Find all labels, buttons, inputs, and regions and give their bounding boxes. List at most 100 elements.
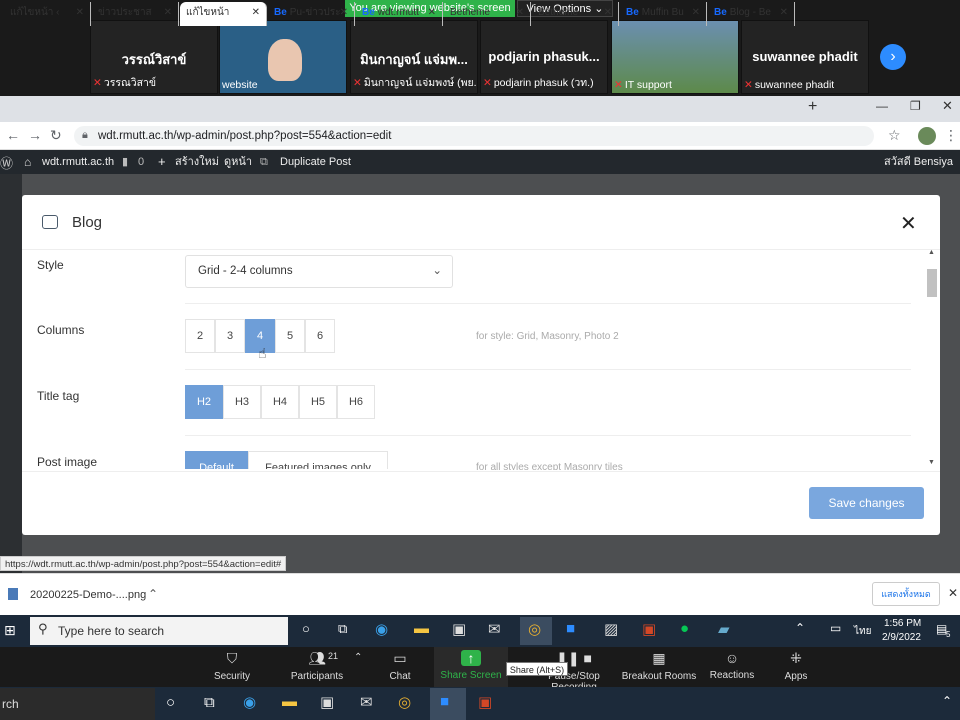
scrollbar[interactable]: ▲ ▼ xyxy=(925,249,937,469)
participant-label: ✕ IT support xyxy=(614,79,672,91)
url-field[interactable]: wdt.rmutt.ac.th/wp-admin/post.php?post=5… xyxy=(74,126,874,146)
browser-tab[interactable]: Be Pu-ข่าวประ ✕ xyxy=(268,2,355,26)
chrome-icon[interactable]: ◎ xyxy=(398,693,411,711)
chat-icon: ▭ xyxy=(393,650,407,666)
security-button[interactable]: ⛉ Security xyxy=(192,650,272,682)
chevron-up-icon[interactable]: ⌃ xyxy=(942,694,952,708)
participant-name: podjarin phasuk... xyxy=(488,49,600,64)
browser-tab[interactable]: Betheme ✕ xyxy=(444,2,531,26)
search-icon: ⚲ xyxy=(38,621,48,636)
participant-tile[interactable]: วรรณ์วิสาข์ ✕ วรรณวิสาข์ xyxy=(90,20,218,94)
breakout-rooms-button[interactable]: ▦ Breakout Rooms xyxy=(619,650,699,682)
site-link[interactable]: wdt.rmutt.ac.th xyxy=(42,150,114,174)
participant-tile[interactable]: suwannee phadit ✕ suwannee phadit xyxy=(741,20,869,94)
scrollbar-thumb[interactable] xyxy=(927,269,937,297)
title-tag-option[interactable]: H3 xyxy=(223,385,261,419)
bookmark-star-icon[interactable]: ☆ xyxy=(888,127,901,144)
task-view-icon[interactable]: ⧉ xyxy=(204,694,215,711)
maximize-icon[interactable]: ❐ xyxy=(910,99,921,113)
duplicate-post-link[interactable]: Duplicate Post xyxy=(280,150,351,174)
mail-icon[interactable]: ✉ xyxy=(488,620,501,638)
file-explorer-icon[interactable]: ▬ xyxy=(282,693,297,710)
participant-tile[interactable]: podjarin phasuk... ✕ podjarin phasuk (วท.… xyxy=(480,20,608,94)
language-indicator[interactable]: ไทย xyxy=(854,624,871,639)
forward-icon[interactable]: → xyxy=(28,127,42,143)
browser-tab[interactable]: Be wdt.rmutt ✕ xyxy=(356,2,443,26)
participants-button[interactable]: 👥︎ Participants xyxy=(277,650,357,682)
participant-label: ✕ suwannee phadit xyxy=(744,79,835,91)
chrome-icon[interactable]: ◎ xyxy=(528,620,541,638)
file-explorer-icon[interactable]: ▬ xyxy=(414,620,429,637)
mail-icon[interactable]: ✉ xyxy=(360,693,373,711)
store-icon[interactable]: ▣ xyxy=(320,693,334,711)
cortana-icon[interactable]: ○ xyxy=(302,621,310,636)
save-changes-button[interactable]: Save changes xyxy=(809,487,924,519)
minimize-icon[interactable]: — xyxy=(876,99,888,113)
powerpoint-icon[interactable]: ▣ xyxy=(642,620,656,638)
wordpress-logo-icon[interactable]: Ⓦ xyxy=(0,153,13,172)
user-greeting[interactable]: สวัสดี Bensiya xyxy=(884,150,953,174)
reload-icon[interactable]: ↻ xyxy=(50,127,62,144)
browser-tab[interactable]: แก้ไขหน้า ‹ ✕ xyxy=(4,2,91,26)
back-icon[interactable]: ← xyxy=(6,127,20,143)
task-view-icon[interactable]: ⧉ xyxy=(338,621,347,637)
participants-icon: 👥︎ xyxy=(308,650,326,666)
participant-tile-video[interactable]: ✕ IT support xyxy=(611,20,739,94)
columns-option[interactable]: 6 xyxy=(305,319,335,353)
participant-tile-video[interactable]: website xyxy=(219,20,347,94)
powerpoint-icon[interactable]: ▣ xyxy=(478,693,492,711)
show-all-button[interactable]: แสดงทั้งหมด xyxy=(872,582,940,606)
close-icon[interactable]: ✕ xyxy=(948,586,958,600)
post-image-option-selected[interactable]: Default xyxy=(185,451,248,469)
style-select[interactable]: Grid - 2-4 columns ⌄ xyxy=(185,255,453,288)
modal-header xyxy=(22,195,940,249)
zoom-app-icon[interactable]: ■ xyxy=(440,693,449,710)
notes-icon[interactable]: ▰ xyxy=(718,620,730,638)
browser-tab[interactable]: Betheme ✕ xyxy=(532,2,619,26)
chevron-up-icon[interactable]: ⌃ xyxy=(148,587,158,601)
columns-option[interactable]: 3 xyxy=(215,319,245,353)
mic-muted-icon: ✕ xyxy=(614,79,623,91)
close-window-icon[interactable]: ✕ xyxy=(942,98,953,114)
windows-start-icon[interactable]: ⊞ xyxy=(4,622,16,639)
chat-button[interactable]: ▭ Chat xyxy=(360,650,440,682)
title-tag-option-selected[interactable]: H2 xyxy=(185,385,223,419)
comments-icon[interactable]: ▮ xyxy=(122,150,128,174)
columns-option[interactable]: 2 xyxy=(185,319,215,353)
new-content-link[interactable]: สร้างใหม่ xyxy=(175,150,219,174)
edge-icon[interactable]: ◉ xyxy=(243,693,256,711)
title-tag-option[interactable]: H4 xyxy=(261,385,299,419)
columns-option[interactable]: 5 xyxy=(275,319,305,353)
lock-icon: 🔒︎ xyxy=(82,129,88,141)
participant-tile[interactable]: มินกาญจน์ แจ่มพ... ✕ มินกาญจน์ แจ่มพงษ์ (… xyxy=(350,20,478,94)
photos-icon[interactable]: ▨ xyxy=(604,620,618,638)
cortana-icon[interactable]: ○ xyxy=(166,694,175,711)
taskbar-search-input[interactable]: Type here to search xyxy=(30,617,288,645)
participant-label: ✕ podjarin phasuk (วท.) xyxy=(483,77,594,89)
network-icon[interactable]: ▭ xyxy=(830,621,841,635)
title-tag-option[interactable]: H5 xyxy=(299,385,337,419)
avatar[interactable] xyxy=(918,127,936,145)
next-page-icon[interactable]: › xyxy=(880,44,906,70)
download-item[interactable]: 20200225-Demo-....png xyxy=(30,589,146,601)
comments-count: 0 xyxy=(138,156,145,168)
chevron-up-icon[interactable]: ⌃ xyxy=(795,621,805,635)
browser-tab[interactable]: Be Muffin Bu ✕ xyxy=(620,2,707,26)
browser-tab[interactable]: Be Blog - Be ✕ xyxy=(708,2,795,26)
store-icon[interactable]: ▣ xyxy=(452,620,466,638)
view-page-link[interactable]: ดูหน้า xyxy=(224,150,252,174)
host-search-input[interactable]: rch xyxy=(0,688,155,720)
close-icon[interactable]: ✕ xyxy=(900,211,917,236)
title-tag-option[interactable]: H6 xyxy=(337,385,375,419)
participant-name: suwannee phadit xyxy=(752,49,858,64)
new-tab-icon[interactable]: + xyxy=(808,98,817,116)
edge-icon[interactable]: ◉ xyxy=(375,620,388,638)
browser-tab-active[interactable]: แก้ไขหน้า ✕ xyxy=(180,2,267,26)
menu-icon[interactable]: ⋮ xyxy=(944,127,958,144)
browser-tab[interactable]: ข่าวประชาส ✕ xyxy=(92,2,179,26)
share-screen-button[interactable]: ↑ Share Screen xyxy=(431,650,511,681)
line-icon[interactable]: ● xyxy=(680,620,689,637)
post-image-option[interactable]: Featured images only xyxy=(248,451,388,469)
apps-button[interactable]: ⁜ Apps xyxy=(756,650,836,682)
zoom-app-icon[interactable]: ■ xyxy=(566,620,575,637)
